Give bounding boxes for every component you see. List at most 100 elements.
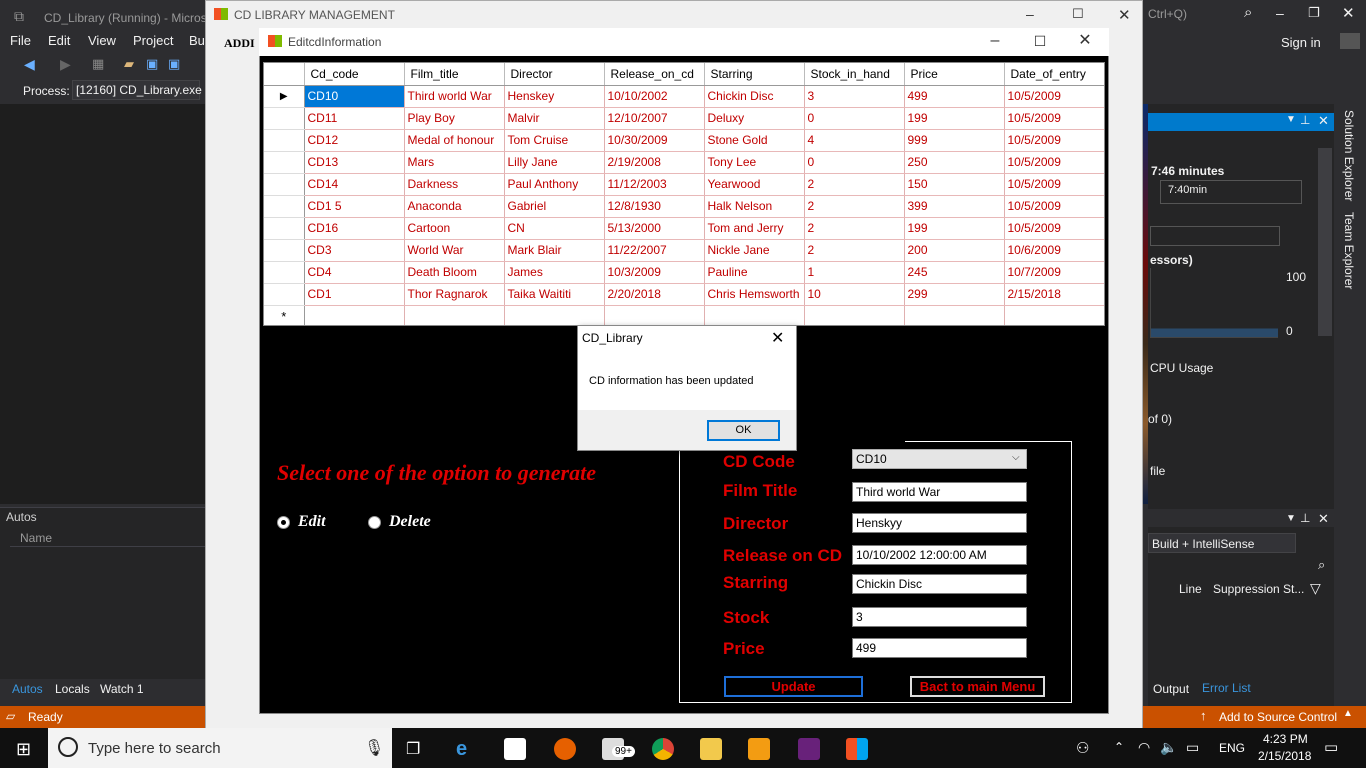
cell-release[interactable]: 12/8/1930 <box>604 195 705 218</box>
cell-new-stock[interactable] <box>804 305 905 325</box>
menu-edit[interactable]: Edit <box>48 33 70 48</box>
cell-cd-code[interactable]: CD16 <box>304 217 405 240</box>
cell-cd-code[interactable]: CD4 <box>304 261 405 284</box>
cell-stock[interactable]: 4 <box>804 129 905 152</box>
chevron-up-icon[interactable]: ⌃ <box>1114 740 1124 754</box>
cell-cd-code[interactable]: CD12 <box>304 129 405 152</box>
scrollbar[interactable] <box>1318 148 1332 336</box>
back-to-menu-button[interactable]: Bact to main Menu <box>910 676 1045 697</box>
maximize-icon[interactable]: ☐ <box>1072 6 1084 22</box>
current-row-indicator[interactable]: ▶ <box>264 85 305 108</box>
cell-price[interactable]: 200 <box>904 239 1005 262</box>
cortana-icon[interactable] <box>58 737 78 757</box>
tab-team-explorer[interactable]: Team Explorer <box>1342 212 1356 289</box>
cell-film-title[interactable]: Death Bloom <box>404 261 505 284</box>
director-input[interactable]: Henskyy <box>852 513 1027 533</box>
cell-director[interactable]: CN <box>504 217 605 240</box>
cell-price[interactable]: 999 <box>904 129 1005 152</box>
wifi-icon[interactable]: ◠ <box>1138 739 1150 756</box>
cell-price[interactable]: 150 <box>904 173 1005 196</box>
cell-director[interactable]: Lilly Jane <box>504 151 605 174</box>
row-header[interactable] <box>264 195 305 218</box>
cell-release[interactable]: 10/30/2009 <box>604 129 705 152</box>
tab-watch-1[interactable]: Watch 1 <box>100 682 144 696</box>
cell-new-director[interactable] <box>504 305 605 325</box>
cell-date-entry[interactable]: 10/5/2009 <box>1004 195 1104 218</box>
panel-close-icon[interactable]: ✕ <box>1318 113 1329 129</box>
cell-stock[interactable]: 2 <box>804 217 905 240</box>
task-view-icon[interactable]: ❐ <box>406 739 420 759</box>
error-col-suppression[interactable]: Suppression St... <box>1213 582 1304 596</box>
chrome-icon[interactable] <box>652 738 674 760</box>
cell-stock[interactable]: 1 <box>804 261 905 284</box>
col-header-cd-code[interactable]: Cd_code <box>304 63 405 86</box>
new-row-indicator[interactable]: * <box>264 305 305 325</box>
cell-release[interactable]: 11/12/2003 <box>604 173 705 196</box>
cell-cd-code[interactable]: CD3 <box>304 239 405 262</box>
table-row[interactable]: CD3 World War Mark Blair 11/22/2007 Nickle J… <box>264 239 1104 262</box>
filter-icon[interactable]: ▽ <box>1310 580 1321 597</box>
cell-date-entry[interactable]: 10/5/2009 <box>1004 85 1104 108</box>
close-icon[interactable]: ✕ <box>1342 4 1355 22</box>
col-header-price[interactable]: Price <box>904 63 1005 86</box>
cell-director[interactable]: James <box>504 261 605 284</box>
cell-starring[interactable]: Chris Hemsworth <box>704 283 805 306</box>
back-icon[interactable]: ◀ <box>24 56 35 73</box>
cell-starring[interactable]: Stone Gold <box>704 129 805 152</box>
cell-stock[interactable]: 0 <box>804 151 905 174</box>
cell-cd-code[interactable]: CD1 5 <box>304 195 405 218</box>
cell-director[interactable]: Henskey <box>504 85 605 108</box>
close-icon[interactable]: ✕ <box>1118 6 1131 24</box>
cell-starring[interactable]: Halk Nelson <box>704 195 805 218</box>
cell-release[interactable]: 11/22/2007 <box>604 239 705 262</box>
row-header[interactable] <box>264 239 305 262</box>
cell-date-entry[interactable]: 10/5/2009 <box>1004 129 1104 152</box>
restore-icon[interactable]: ❐ <box>1308 5 1320 21</box>
tab-autos[interactable]: Autos <box>12 682 43 696</box>
cell-date-entry[interactable]: 10/5/2009 <box>1004 217 1104 240</box>
col-header-starring[interactable]: Starring <box>704 63 805 86</box>
main-menu-add[interactable]: ADDI <box>224 36 255 51</box>
cell-starring[interactable]: Yearwood <box>704 173 805 196</box>
table-row[interactable]: CD1 Thor Ragnarok Taika Waititi 2/20/2018 Ch… <box>264 283 1104 306</box>
row-header[interactable] <box>264 261 305 284</box>
cell-cd-code[interactable]: CD10 <box>304 85 405 108</box>
sign-in-link[interactable]: Sign in <box>1281 35 1321 50</box>
cell-director[interactable]: Tom Cruise <box>504 129 605 152</box>
chevron-up-icon[interactable]: ▲ <box>1343 708 1353 719</box>
cell-new-film-title[interactable] <box>404 305 505 325</box>
tab-error-list[interactable]: Error List <box>1202 681 1251 695</box>
visual-studio-icon[interactable] <box>798 738 820 760</box>
cell-starring[interactable]: Tom and Jerry <box>704 217 805 240</box>
dropdown-icon[interactable]: ▼ <box>1286 513 1296 524</box>
dropdown-icon[interactable]: ▼ <box>1286 114 1296 125</box>
notifications-icon[interactable]: ▭ <box>1324 738 1338 756</box>
search-icon[interactable]: ⌕ <box>1244 4 1252 21</box>
cell-film-title[interactable]: Anaconda <box>404 195 505 218</box>
edit-radio[interactable]: Edit <box>277 513 326 531</box>
delete-radio-label[interactable]: Delete <box>389 513 431 531</box>
timeline-ruler[interactable] <box>1160 180 1302 204</box>
menu-project[interactable]: Project <box>133 33 173 48</box>
row-header[interactable] <box>264 217 305 240</box>
cell-new-price[interactable] <box>904 305 1005 325</box>
cell-price[interactable]: 245 <box>904 261 1005 284</box>
table-row[interactable]: CD12 Medal of honour Tom Cruise 10/30/2009 S… <box>264 129 1104 152</box>
tab-output[interactable]: Output <box>1153 682 1189 696</box>
open-folder-icon[interactable]: ▰ <box>124 56 134 72</box>
cell-film-title[interactable]: Play Boy <box>404 107 505 130</box>
table-row[interactable]: CD4 Death Bloom James 10/3/2009 Pauline 1 245 1… <box>264 261 1104 284</box>
col-header-release[interactable]: Release_on_cd <box>604 63 705 86</box>
cell-date-entry[interactable]: 10/5/2009 <box>1004 107 1104 130</box>
search-icon[interactable]: ⌕ <box>1318 557 1325 573</box>
cell-new-date-entry[interactable] <box>1004 305 1104 325</box>
cell-cd-code[interactable]: CD13 <box>304 151 405 174</box>
vs-quick-launch-hint[interactable]: Ctrl+Q) <box>1148 7 1187 21</box>
cell-director[interactable]: Paul Anthony <box>504 173 605 196</box>
cell-release[interactable]: 5/13/2000 <box>604 217 705 240</box>
edit-radio-label[interactable]: Edit <box>298 513 326 531</box>
media-player-icon[interactable] <box>748 738 770 760</box>
clock-date[interactable]: 2/15/2018 <box>1258 749 1311 763</box>
windows-start-icon[interactable]: ⊞ <box>16 739 31 760</box>
menu-file[interactable]: File <box>10 33 31 48</box>
